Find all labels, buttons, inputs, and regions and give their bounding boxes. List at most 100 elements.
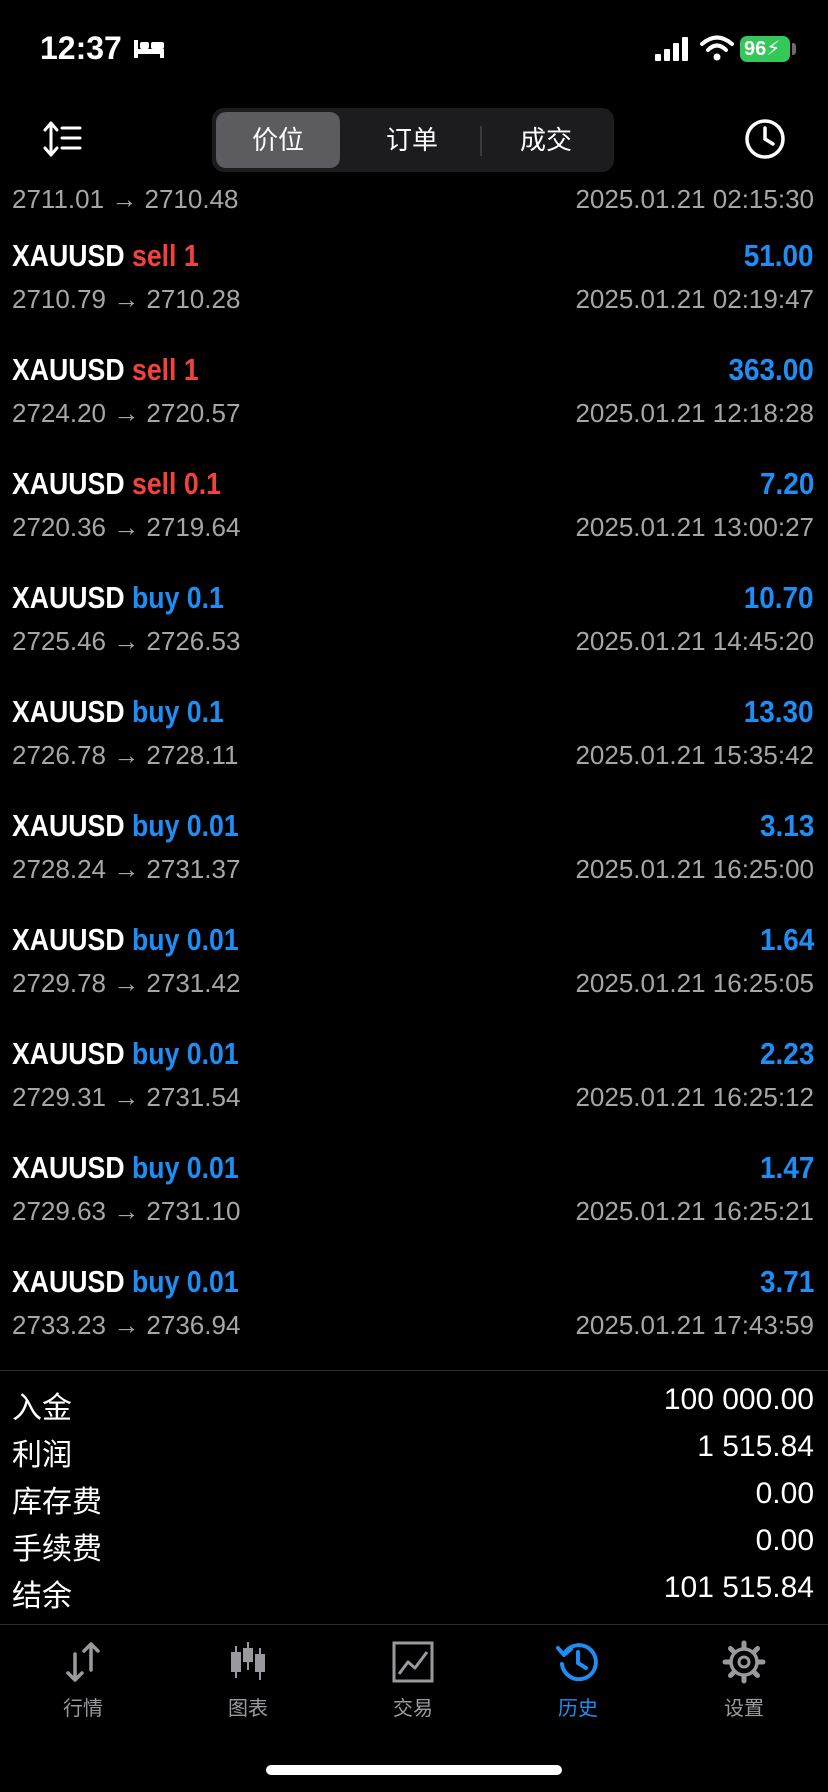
list-item[interactable]: XAUUSD sell 1 51.00 2710.79 → 2710.28 2025.… (0, 234, 828, 348)
deal-title: XAUUSD buy 0.01 (12, 922, 239, 958)
deal-side: sell 1 (131, 238, 199, 273)
trade-chart-icon (392, 1641, 434, 1683)
tab-quotes[interactable]: 行情 (23, 1640, 143, 1720)
summary-label: 手续费 (12, 1533, 102, 1566)
tab-history[interactable]: 历史 (518, 1640, 638, 1720)
deal-symbol: XAUUSD (12, 466, 125, 501)
tab-charts[interactable]: 图表 (188, 1640, 308, 1720)
price-range: 2710.79 → 2710.28 (12, 284, 241, 314)
price-range: 2726.78 → 2728.11 (12, 740, 239, 770)
list-item-partial[interactable]: 2711.01 → 2710.48 2025.01.21 02:15:30 (0, 180, 828, 220)
price-range: 2729.78 → 2731.42 (12, 968, 241, 998)
status-time: 12:37 (40, 30, 122, 66)
deal-side: buy 0.01 (131, 808, 239, 843)
battery-tip (792, 43, 796, 55)
deal-profit: 3.13 (759, 808, 814, 843)
list-item[interactable]: XAUUSD sell 1 363.00 2724.20 → 2720.57 2025… (0, 348, 828, 462)
tab-bar-divider (0, 1624, 828, 1625)
summary-label: 结余 (12, 1580, 72, 1613)
deal-title: XAUUSD buy 0.1 (12, 694, 224, 730)
deal-side: buy 0.1 (131, 580, 224, 615)
deal-side: sell 1 (131, 352, 199, 387)
deal-profit: 10.70 (744, 580, 814, 615)
deal-symbol: XAUUSD (12, 580, 125, 615)
deal-profit: 1.47 (759, 1150, 814, 1185)
deal-profit: 13.30 (744, 694, 814, 729)
sleep-bed-icon (134, 40, 164, 58)
summary-value: 0.00 (755, 1477, 814, 1510)
price-range: 2728.24 → 2731.37 (12, 854, 241, 884)
deal-time: 2025.01.21 02:15:30 (575, 184, 814, 214)
list-item[interactable]: XAUUSD buy 0.1 13.30 2726.78 → 2728.11 2025… (0, 690, 828, 804)
tab-trade[interactable]: 交易 (353, 1640, 473, 1720)
deal-symbol: XAUUSD (12, 352, 125, 387)
price-range: 2720.36 → 2719.64 (12, 512, 241, 542)
price-range: 2729.31 → 2731.54 (12, 1082, 241, 1112)
deal-symbol: XAUUSD (12, 238, 125, 273)
summary-panel: 入金 100 000.00 利润 1 515.84 库存费 0.00 手续费 0… (0, 1370, 828, 1613)
summary-profit: 利润 1 515.84 (0, 1430, 828, 1476)
segment-deals[interactable]: 成交 (484, 112, 608, 168)
deal-title: XAUUSD buy 0.01 (12, 808, 239, 844)
deal-title: XAUUSD sell 1 (12, 352, 199, 388)
deal-title: XAUUSD buy 0.01 (12, 1036, 239, 1072)
list-item[interactable]: XAUUSD buy 0.01 3.71 2733.23 → 2736.94 2025… (0, 1260, 828, 1374)
segment-divider (480, 126, 482, 156)
deal-profit: 363.00 (728, 352, 814, 387)
deal-profit: 51.00 (744, 238, 814, 273)
summary-value: 101 515.84 (663, 1571, 814, 1604)
quotes-arrows-icon (66, 1642, 100, 1682)
deal-time: 2025.01.21 16:25:21 (575, 1196, 814, 1226)
tab-label: 行情 (63, 1698, 103, 1720)
summary-label: 入金 (12, 1392, 72, 1425)
list-item[interactable]: XAUUSD sell 0.1 7.20 2720.36 → 2719.64 2025… (0, 462, 828, 576)
home-indicator (266, 1765, 562, 1775)
summary-swap: 库存费 0.00 (0, 1477, 828, 1523)
segment-orders[interactable]: 订单 (350, 112, 474, 168)
list-item[interactable]: XAUUSD buy 0.01 1.64 2729.78 → 2731.42 2025… (0, 918, 828, 1032)
list-item[interactable]: XAUUSD buy 0.1 10.70 2725.46 → 2726.53 2025… (0, 576, 828, 690)
deal-symbol: XAUUSD (12, 694, 125, 729)
summary-balance: 结余 101 515.84 (0, 1571, 828, 1617)
deal-profit: 2.23 (759, 1036, 814, 1071)
sort-icon[interactable] (42, 120, 82, 158)
price-range: 2733.23 → 2736.94 (12, 1310, 241, 1340)
status-bar: 12:37 96⚡ (0, 0, 828, 100)
deal-title: XAUUSD buy 0.01 (12, 1150, 239, 1186)
clock-icon[interactable] (744, 118, 786, 160)
deal-time: 2025.01.21 16:25:12 (575, 1082, 814, 1112)
deal-title: XAUUSD sell 1 (12, 238, 199, 274)
deal-time: 2025.01.21 16:25:00 (575, 854, 814, 884)
segment-price[interactable]: 价位 (216, 112, 340, 168)
deal-symbol: XAUUSD (12, 1264, 125, 1299)
deal-symbol: XAUUSD (12, 1150, 125, 1185)
deal-symbol: XAUUSD (12, 808, 125, 843)
battery-percent: 96 (744, 38, 767, 60)
deal-time: 2025.01.21 02:19:47 (575, 284, 814, 314)
deal-time: 2025.01.21 13:00:27 (575, 512, 814, 542)
summary-commission: 手续费 0.00 (0, 1524, 828, 1570)
list-item[interactable]: XAUUSD buy 0.01 2.23 2729.31 → 2731.54 2025… (0, 1032, 828, 1146)
cellular-signal-icon (655, 37, 688, 61)
deal-title: XAUUSD sell 0.1 (12, 466, 221, 502)
deal-symbol: XAUUSD (12, 922, 125, 957)
summary-label: 利润 (12, 1439, 72, 1472)
deal-side: buy 0.01 (131, 1150, 239, 1185)
list-item[interactable]: XAUUSD buy 0.01 3.13 2728.24 → 2731.37 2025… (0, 804, 828, 918)
settings-gear-icon (722, 1640, 766, 1684)
list-item[interactable]: XAUUSD buy 0.01 1.47 2729.63 → 2731.10 2025… (0, 1146, 828, 1260)
deal-symbol: XAUUSD (12, 1036, 125, 1071)
wifi-icon (700, 35, 734, 61)
deal-time: 2025.01.21 12:18:28 (575, 398, 814, 428)
tab-label: 图表 (228, 1698, 268, 1720)
tab-label: 设置 (724, 1698, 764, 1720)
charging-bolt-icon: ⚡ (766, 38, 781, 60)
deal-time: 2025.01.21 17:43:59 (575, 1310, 814, 1340)
deal-side: sell 0.1 (131, 466, 221, 501)
tab-label: 历史 (558, 1698, 598, 1720)
deal-profit: 7.20 (759, 466, 814, 501)
candlestick-chart-icon (231, 1642, 265, 1680)
tab-settings[interactable]: 设置 (684, 1640, 804, 1720)
deal-title: XAUUSD buy 0.01 (12, 1264, 239, 1300)
price-range: 2711.01 → 2710.48 (12, 184, 239, 214)
